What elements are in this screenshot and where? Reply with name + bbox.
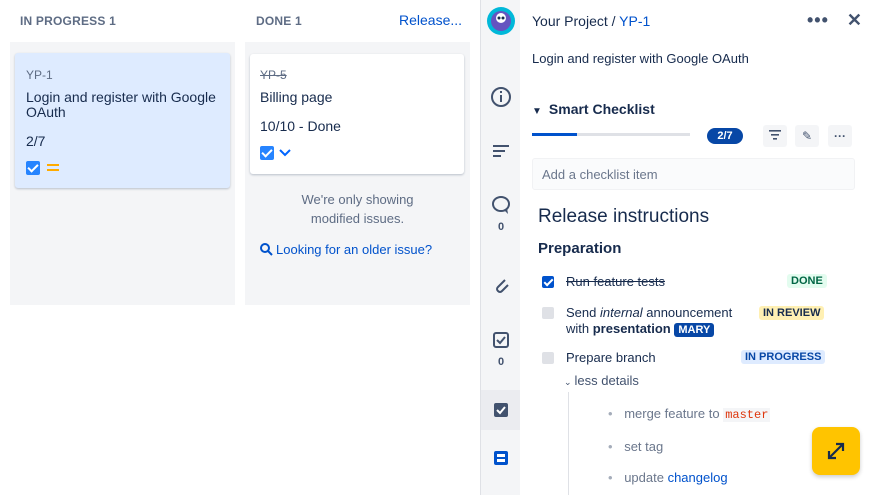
column-header-in-progress: IN PROGRESS 1 [20, 14, 116, 28]
text-emphasis: internal [599, 305, 643, 320]
checklist-count: 0 [497, 356, 505, 368]
checklist-item-checkbox[interactable] [542, 352, 554, 364]
smart-checklist-header[interactable]: ▼ Smart Checklist [532, 101, 655, 117]
expand-button[interactable] [812, 427, 860, 475]
checklist-item-text[interactable]: Run feature tests [566, 274, 665, 290]
text-part: Send [566, 305, 600, 320]
app-avatar-icon[interactable] [481, 6, 521, 41]
status-badge: DONE [787, 274, 827, 288]
issue-card[interactable]: YP-1 Login and register with Google OAut… [15, 53, 230, 188]
issue-card[interactable]: YP-5 Billing page 10/10 - Done [250, 54, 464, 174]
inline-code: master [723, 408, 771, 422]
checklist-icon[interactable]: 0 [481, 329, 521, 368]
sub-item-text: set tag [624, 439, 664, 454]
board: IN PROGRESS 1 DONE 1 Release... YP-1 Log… [0, 0, 480, 495]
info-text-line1: We're only showing [301, 192, 414, 207]
filter-icon[interactable] [763, 125, 787, 147]
checklist-item-text[interactable]: Prepare branch [566, 350, 656, 366]
checkbox-icon [26, 161, 40, 175]
column-header-done: DONE 1 [256, 14, 302, 28]
checklist-progress-bar [532, 133, 690, 136]
older-issue-link[interactable]: Looking for an older issue? [260, 242, 432, 257]
breadcrumb-separator: / [607, 13, 620, 29]
issue-detail-panel: Your Project / YP-1 ••• ✕ Login and regis… [520, 0, 870, 495]
details-indent-line [568, 392, 569, 495]
more-actions-icon[interactable]: ••• [807, 10, 829, 30]
addon-icon[interactable] [481, 447, 521, 474]
side-rail: 0 0 [480, 0, 521, 495]
text-part: with [566, 321, 593, 336]
release-link[interactable]: Release... [399, 12, 462, 28]
checklist-progress-fill [532, 133, 578, 136]
smart-checklist-title: Smart Checklist [548, 101, 655, 117]
text-part: announcement [642, 305, 733, 320]
user-mention[interactable]: MARY [674, 323, 715, 337]
status-badge: IN REVIEW [759, 306, 825, 320]
search-icon [260, 243, 273, 256]
card-key: YP-1 [26, 68, 53, 82]
panel-actions: ••• ✕ [807, 10, 862, 31]
chevron-down-icon: ⌄ [564, 377, 572, 387]
checklist-heading: Release instructions [538, 206, 710, 227]
issue-summary: Login and register with Google OAuth [532, 51, 749, 66]
detail-sub-item: set tag [608, 439, 663, 454]
status-badge: IN PROGRESS [741, 350, 826, 364]
low-priority-icon [279, 149, 291, 157]
older-issue-link-label: Looking for an older issue? [276, 242, 433, 257]
attachment-icon[interactable] [481, 274, 521, 301]
app-root: IN PROGRESS 1 DONE 1 Release... YP-1 Log… [0, 0, 870, 495]
breadcrumb: Your Project / YP-1 [532, 13, 650, 29]
medium-priority-icon [47, 164, 59, 171]
card-title: Login and register with Google OAuth [26, 89, 216, 120]
card-checklist-progress: 2/7 [26, 133, 46, 149]
chevron-down-icon: ▼ [532, 106, 542, 117]
checklist-progress-badge: 2/7 [707, 128, 743, 144]
comment-count: 0 [497, 221, 505, 233]
checklist-item-text[interactable]: Send internal announcement with presenta… [566, 305, 732, 338]
less-details-toggle[interactable]: ⌄ less details [564, 373, 639, 388]
info-text-line2: modified issues. [310, 211, 405, 226]
changelog-link[interactable]: changelog [668, 470, 728, 485]
description-icon[interactable] [481, 140, 521, 167]
add-checklist-item-input[interactable]: Add a checklist item [532, 158, 855, 190]
checklist-item-checkbox[interactable] [542, 307, 554, 319]
card-key: YP-5 [260, 68, 287, 82]
detail-sub-item: merge feature to master [608, 406, 771, 422]
detail-sub-item: update changelog [608, 470, 728, 485]
checklist-more-icon[interactable]: ··· [828, 125, 852, 147]
info-icon[interactable] [481, 86, 521, 113]
edit-icon[interactable]: ✎ [795, 125, 819, 147]
smart-checklist-icon[interactable] [481, 390, 521, 430]
comment-icon[interactable]: 0 [481, 194, 521, 233]
breadcrumb-project[interactable]: Your Project [532, 13, 608, 29]
text-bold: presentation [592, 321, 671, 336]
checklist-subheading: Preparation [538, 240, 622, 257]
close-icon[interactable]: ✕ [847, 10, 862, 30]
less-details-label: less details [574, 373, 639, 388]
checklist-item-checkbox[interactable] [542, 276, 554, 288]
sub-item-text: update [624, 470, 668, 485]
checkbox-icon [260, 146, 274, 160]
card-checklist-progress: 10/10 - Done [260, 118, 341, 134]
breadcrumb-issue-key[interactable]: YP-1 [619, 13, 650, 29]
card-title: Billing page [260, 89, 333, 105]
sub-item-text: merge feature to [624, 406, 724, 421]
expand-icon [827, 442, 845, 460]
